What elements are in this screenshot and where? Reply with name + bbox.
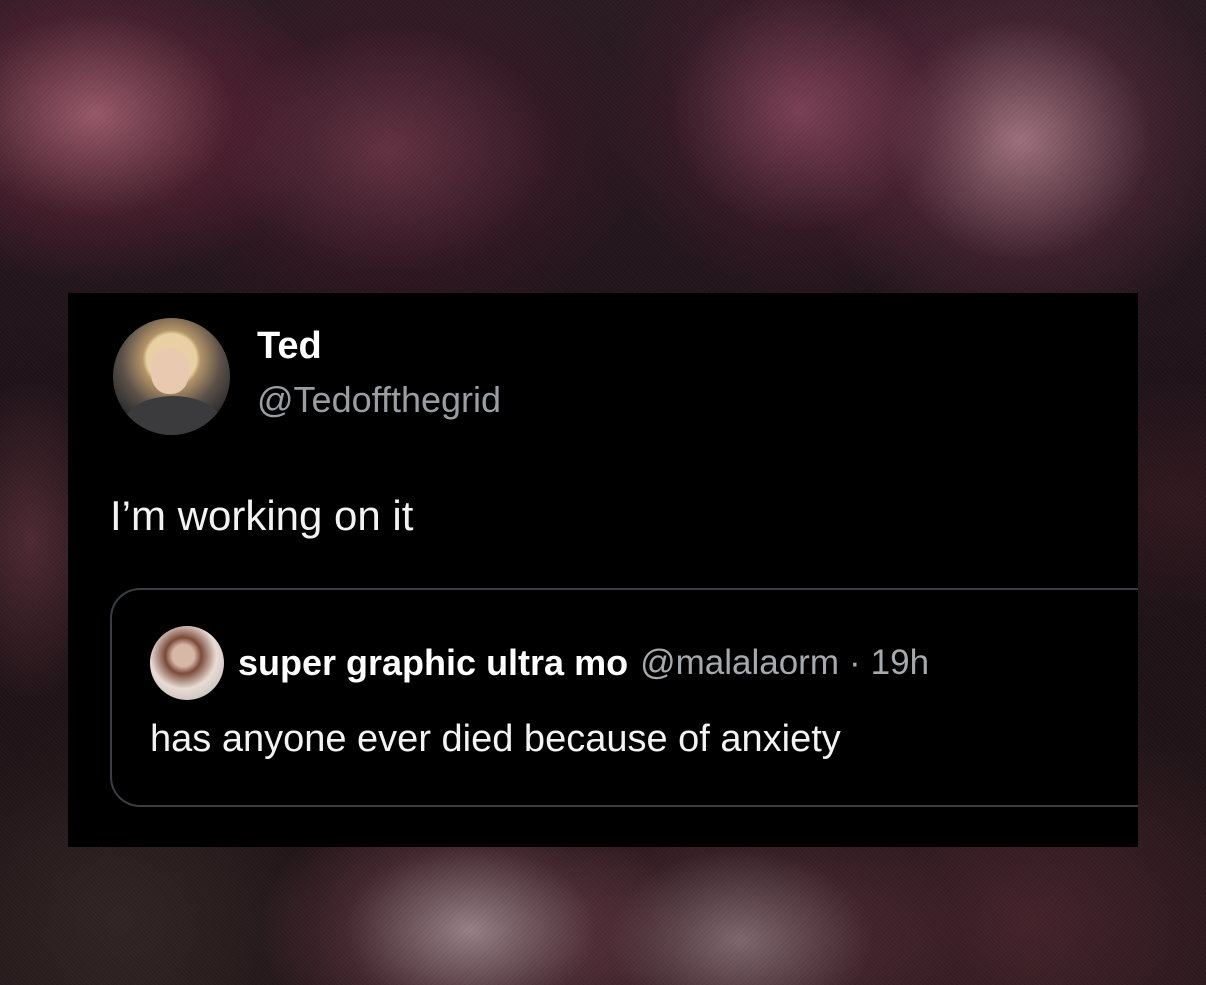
author-avatar[interactable] bbox=[113, 318, 230, 435]
quoted-tweet-timestamp[interactable]: 19h bbox=[871, 643, 929, 683]
tweet-text: I’m working on it bbox=[110, 492, 414, 539]
quoted-author-handle[interactable]: @malalaorm bbox=[640, 643, 839, 683]
meta-separator: · bbox=[849, 643, 861, 682]
author-display-name[interactable]: Ted bbox=[257, 325, 501, 368]
quoted-tweet-text: has anyone ever died because of anxiety bbox=[150, 718, 841, 760]
quoted-tweet-card[interactable]: super graphic ultra mo @malalaorm · 19h … bbox=[110, 588, 1138, 807]
tweet-author-row[interactable]: Ted @Tedoffthegrid bbox=[113, 318, 501, 435]
quoted-tweet-header: super graphic ultra mo @malalaorm · 19h bbox=[150, 626, 929, 700]
quoted-author-name[interactable]: super graphic ultra mo bbox=[238, 642, 628, 684]
quoted-author-avatar[interactable] bbox=[150, 626, 224, 700]
author-text: Ted @Tedoffthegrid bbox=[257, 325, 501, 420]
author-handle[interactable]: @Tedoffthegrid bbox=[257, 379, 501, 420]
avatar-shoulders bbox=[123, 396, 223, 435]
tweet-card[interactable]: Ted @Tedoffthegrid I’m working on it sup… bbox=[68, 293, 1138, 847]
avatar-face bbox=[151, 348, 189, 394]
floral-background: Ted @Tedoffthegrid I’m working on it sup… bbox=[0, 0, 1206, 985]
